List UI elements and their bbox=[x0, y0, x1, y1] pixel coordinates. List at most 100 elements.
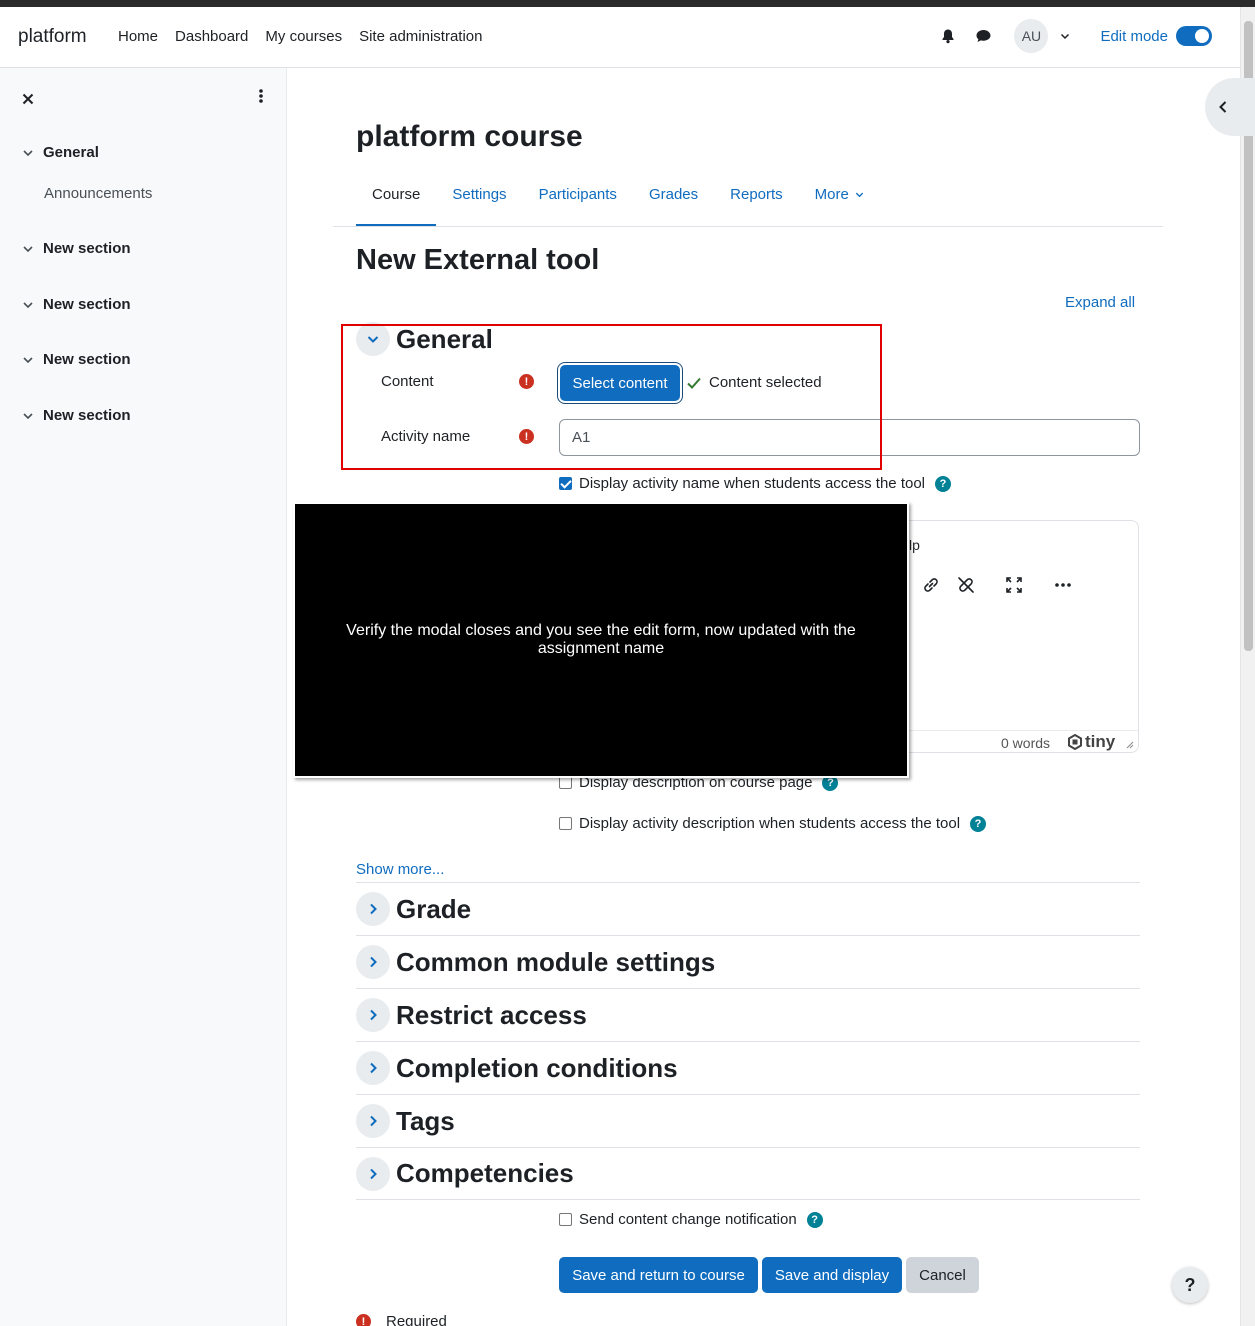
annotation-highlight-box bbox=[341, 324, 882, 470]
page-scrollbar[interactable] bbox=[1240, 7, 1255, 1326]
editor-word-count[interactable]: 0 words bbox=[1001, 735, 1050, 751]
course-index-drawer: General Announcements New section New se… bbox=[0, 68, 287, 1326]
tab-grades[interactable]: Grades bbox=[633, 186, 714, 226]
chevron-down-icon bbox=[23, 412, 33, 419]
fieldset-completion-conditions-header[interactable]: Completion conditions bbox=[356, 1041, 1140, 1094]
tab-course[interactable]: Course bbox=[356, 186, 437, 227]
send-notification-option[interactable]: Send content change notification ? bbox=[559, 1211, 823, 1228]
browser-top-strip bbox=[0, 0, 1255, 7]
chevron-down-icon bbox=[23, 149, 33, 156]
chevron-down-icon bbox=[23, 245, 33, 252]
course-title: platform course bbox=[356, 120, 583, 153]
chevron-down-icon bbox=[23, 356, 33, 363]
primary-navigation: Home Dashboard My courses Site administr… bbox=[118, 28, 483, 45]
drawer-section-label: New section bbox=[43, 351, 131, 368]
chevron-right-icon bbox=[356, 1156, 390, 1191]
navbar-user-controls: AU Edit mode bbox=[940, 19, 1212, 53]
tiny-logo-text: tiny bbox=[1085, 732, 1116, 751]
fieldset-label: Competencies bbox=[396, 1158, 574, 1188]
edit-mode-toggle[interactable] bbox=[1176, 26, 1212, 46]
send-notification-label: Send content change notification bbox=[579, 1211, 797, 1228]
fieldset-grade-header[interactable]: Grade bbox=[356, 882, 1140, 935]
save-and-display-button[interactable]: Save and display bbox=[762, 1257, 902, 1293]
drawer-section-label: General bbox=[43, 144, 99, 161]
chevron-down-icon[interactable] bbox=[1060, 31, 1070, 41]
close-drawer-icon[interactable] bbox=[22, 88, 34, 111]
drawer-section-new-section-1[interactable]: New section bbox=[22, 240, 131, 257]
fieldset-restrict-access-header[interactable]: Restrict access bbox=[356, 988, 1140, 1041]
send-notification-checkbox[interactable] bbox=[559, 1213, 572, 1226]
help-icon[interactable]: ? bbox=[806, 1211, 823, 1228]
resize-handle-icon bbox=[1126, 741, 1134, 749]
help-icon[interactable]: ? bbox=[970, 815, 987, 832]
fieldset-label: Grade bbox=[396, 893, 472, 924]
tab-reports[interactable]: Reports bbox=[714, 186, 799, 226]
cancel-button[interactable]: Cancel bbox=[906, 1257, 979, 1293]
fieldset-label: Completion conditions bbox=[396, 1052, 678, 1083]
display-name-option[interactable]: Display activity name when students acce… bbox=[559, 475, 952, 492]
bell-icon[interactable] bbox=[940, 28, 956, 44]
tabs-divider bbox=[333, 226, 1163, 227]
chevron-right-icon bbox=[356, 1051, 390, 1085]
chevron-down-icon bbox=[855, 192, 864, 198]
nav-link-my-courses[interactable]: My courses bbox=[265, 28, 342, 45]
drawer-section-label: New section bbox=[43, 296, 131, 313]
fieldset-label: Common module settings bbox=[396, 946, 716, 977]
link-icon[interactable] bbox=[921, 575, 941, 599]
display-description-students-checkbox[interactable] bbox=[559, 817, 572, 830]
fieldset-label: Tags bbox=[396, 1105, 455, 1136]
unlink-icon[interactable] bbox=[956, 575, 976, 599]
tab-participants[interactable]: Participants bbox=[523, 186, 633, 226]
drawer-section-label: New section bbox=[43, 240, 131, 257]
site-brand[interactable]: platform bbox=[18, 26, 87, 48]
tab-more[interactable]: More bbox=[799, 186, 880, 226]
tiny-logo[interactable]: tiny bbox=[1067, 732, 1115, 752]
drawer-section-new-section-3[interactable]: New section bbox=[22, 351, 131, 368]
required-icon: ! bbox=[356, 1314, 371, 1326]
tab-settings[interactable]: Settings bbox=[436, 186, 522, 226]
tiny-logo-icon bbox=[1068, 734, 1082, 750]
expand-all-link[interactable]: Expand all bbox=[1065, 294, 1135, 311]
editor-menu-help[interactable]: lp bbox=[909, 537, 920, 553]
show-more-link[interactable]: Show more... bbox=[356, 861, 444, 878]
instruction-caption-overlay: Verify the modal closes and you see the … bbox=[293, 502, 909, 778]
help-icon[interactable]: ? bbox=[935, 475, 952, 492]
user-avatar[interactable]: AU bbox=[1014, 19, 1049, 53]
edit-mode-label: Edit mode bbox=[1100, 27, 1168, 45]
display-description-students-option[interactable]: Display activity description when studen… bbox=[559, 815, 987, 832]
chevron-down-icon bbox=[23, 301, 33, 308]
nav-link-site-administration[interactable]: Site administration bbox=[359, 28, 482, 45]
display-description-students-label: Display activity description when studen… bbox=[579, 815, 961, 832]
fieldset-label: Restrict access bbox=[396, 999, 587, 1030]
fieldset-tags-header[interactable]: Tags bbox=[356, 1094, 1140, 1147]
fieldset-competencies-header[interactable]: Competencies bbox=[356, 1147, 1140, 1200]
drawer-section-general[interactable]: General bbox=[22, 144, 99, 161]
course-secondary-navigation: Course Settings Participants Grades Repo… bbox=[356, 186, 880, 227]
more-options-icon[interactable] bbox=[1053, 575, 1073, 599]
tab-more-label: More bbox=[814, 186, 849, 203]
fullscreen-icon[interactable] bbox=[1004, 575, 1024, 599]
chevron-right-icon bbox=[356, 892, 390, 926]
display-name-checkbox-label: Display activity name when students acce… bbox=[579, 475, 926, 492]
required-legend-text: Required bbox=[386, 1313, 447, 1326]
fieldset-common-module-settings-header[interactable]: Common module settings bbox=[356, 935, 1140, 988]
chevron-right-icon bbox=[356, 1104, 390, 1138]
drawer-section-new-section-4[interactable]: New section bbox=[22, 407, 131, 424]
drawer-item-announcements[interactable]: Announcements bbox=[44, 185, 152, 202]
chat-bubble-icon[interactable] bbox=[975, 28, 992, 44]
nav-link-home[interactable]: Home bbox=[118, 28, 158, 45]
kebab-menu-icon[interactable] bbox=[254, 86, 268, 110]
top-navbar: platform Home Dashboard My courses Site … bbox=[0, 7, 1240, 68]
chevron-left-icon bbox=[1219, 101, 1227, 113]
page-help-button[interactable]: ? bbox=[1172, 1267, 1208, 1303]
chevron-right-icon bbox=[356, 998, 390, 1032]
drawer-section-label: New section bbox=[43, 407, 131, 424]
required-legend: ! Required bbox=[356, 1313, 447, 1326]
open-block-drawer-button[interactable] bbox=[1205, 78, 1255, 136]
save-and-return-button[interactable]: Save and return to course bbox=[559, 1257, 758, 1293]
nav-link-dashboard[interactable]: Dashboard bbox=[175, 28, 248, 45]
drawer-section-new-section-2[interactable]: New section bbox=[22, 296, 131, 313]
chevron-right-icon bbox=[356, 945, 390, 979]
display-name-checkbox[interactable] bbox=[559, 477, 572, 490]
page-title: New External tool bbox=[356, 244, 600, 276]
